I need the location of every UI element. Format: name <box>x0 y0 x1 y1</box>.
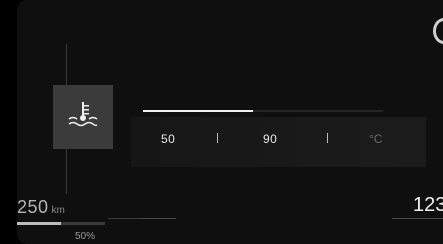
odometer-value: 123 <box>413 194 443 216</box>
corner-dial-icon <box>433 18 443 44</box>
coolant-unit: °C <box>369 132 383 146</box>
coolant-scale-mid: 90 <box>263 132 278 146</box>
coolant-gauge-fill <box>143 110 254 112</box>
coolant-indicator-tile <box>53 85 113 149</box>
coolant-gauge-track <box>143 110 383 112</box>
coolant-scale-tick <box>217 133 218 143</box>
fuel-level-bar <box>17 222 105 225</box>
range-unit: km <box>51 205 65 216</box>
fuel-percent: 50% <box>75 231 96 242</box>
range-divider <box>140 218 176 219</box>
coolant-scale-min: 50 <box>161 132 176 146</box>
range-readout: 250 km <box>17 197 65 218</box>
range-value: 250 <box>17 197 49 217</box>
range-divider <box>108 218 140 219</box>
coolant-temperature-icon <box>66 100 100 135</box>
fuel-level-fill <box>17 222 61 225</box>
coolant-scale-tick <box>327 133 328 143</box>
odometer-divider <box>392 218 443 219</box>
